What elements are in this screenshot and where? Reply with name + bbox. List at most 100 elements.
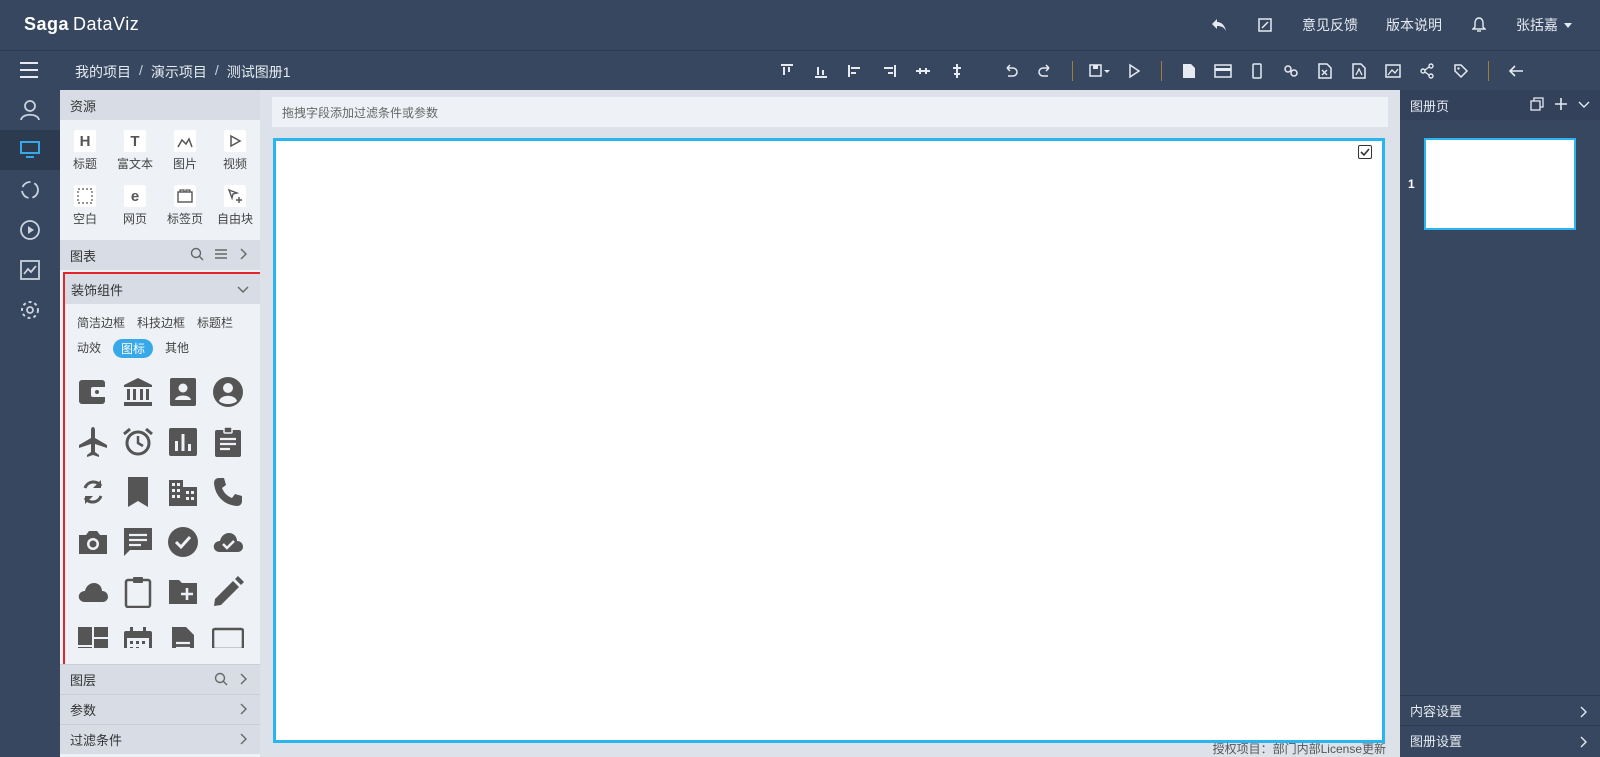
resource-image[interactable]: 图片 — [160, 130, 210, 185]
bar-chart-icon[interactable] — [165, 424, 201, 460]
breadcrumb-item[interactable]: 我的项目 — [75, 62, 131, 82]
content-settings[interactable]: 内容设置 — [1400, 695, 1600, 725]
pencil-icon[interactable] — [210, 574, 246, 610]
rail-user-icon[interactable] — [0, 90, 60, 130]
rail-settings-icon[interactable] — [0, 290, 60, 330]
rail-cycle-icon[interactable] — [0, 170, 60, 210]
decoration-header[interactable]: 装饰组件 — [65, 274, 261, 304]
excel-export-icon[interactable] — [1308, 51, 1342, 91]
align-left-icon[interactable] — [838, 51, 872, 91]
contact-card-icon[interactable] — [165, 374, 201, 410]
back-arrow-icon[interactable] — [1499, 51, 1533, 91]
resource-tabpage[interactable]: 标签页 — [160, 185, 210, 240]
align-center-vertical-icon[interactable] — [906, 51, 940, 91]
tab-other[interactable]: 其他 — [165, 339, 189, 358]
copy-page-icon[interactable] — [1530, 96, 1544, 114]
account-circle-icon[interactable] — [210, 374, 246, 410]
canvas-page[interactable] — [273, 138, 1385, 743]
resource-webpage[interactable]: e 网页 — [110, 185, 160, 240]
align-right-icon[interactable] — [872, 51, 906, 91]
wallet-icon[interactable] — [75, 374, 111, 410]
link-icon[interactable] — [1274, 51, 1308, 91]
chevron-right-icon[interactable] — [238, 732, 248, 749]
chevron-right-icon[interactable] — [238, 672, 248, 689]
camera-icon[interactable] — [75, 524, 111, 560]
resource-video[interactable]: 视频 — [210, 130, 260, 185]
redo-icon[interactable] — [1028, 51, 1062, 91]
cloud-done-icon[interactable] — [210, 524, 246, 560]
align-bottom-icon[interactable] — [804, 51, 838, 91]
page-thumbnail[interactable] — [1424, 138, 1576, 230]
tab-tech-border[interactable]: 科技边框 — [137, 314, 185, 331]
chevron-down-icon[interactable] — [1578, 98, 1590, 113]
search-icon[interactable] — [214, 672, 228, 689]
image-icon — [174, 130, 196, 152]
breadcrumb-item[interactable]: 演示项目 — [151, 62, 207, 82]
tab-animation[interactable]: 动效 — [77, 339, 101, 358]
charts-header[interactable]: 图表 — [60, 240, 260, 270]
breadcrumb-item[interactable]: 测试图册1 — [227, 62, 291, 82]
bell-icon[interactable] — [1470, 16, 1488, 34]
resource-freeblock[interactable]: 自由块 — [210, 185, 260, 240]
checkbox-icon[interactable] — [1358, 145, 1372, 159]
folder-add-icon[interactable] — [165, 574, 201, 610]
tab-simple-border[interactable]: 简洁边框 — [77, 314, 125, 331]
airplane-icon[interactable] — [75, 424, 111, 460]
calendar-icon[interactable] — [120, 624, 156, 648]
tag-icon[interactable] — [1444, 51, 1478, 91]
hamburger-menu-icon[interactable] — [18, 60, 40, 80]
layers-header[interactable]: 图层 — [60, 664, 260, 694]
dashboard-icon[interactable] — [75, 624, 111, 648]
chevron-down-icon[interactable] — [237, 283, 249, 298]
phone-icon[interactable] — [210, 474, 246, 510]
preview-play-icon[interactable] — [1117, 51, 1151, 91]
params-header[interactable]: 参数 — [60, 694, 260, 724]
rail-trend-icon[interactable] — [0, 250, 60, 290]
undo-arrow-icon[interactable] — [1210, 16, 1228, 34]
assignment-icon[interactable] — [210, 424, 246, 460]
bookmark-icon[interactable] — [120, 474, 156, 510]
search-icon[interactable] — [190, 247, 204, 264]
list-icon[interactable] — [214, 247, 228, 264]
page-icon[interactable] — [1172, 51, 1206, 91]
share-icon[interactable] — [1410, 51, 1444, 91]
rail-play-icon[interactable] — [0, 210, 60, 250]
resource-blank[interactable]: 空白 — [60, 185, 110, 240]
chevron-right-icon[interactable] — [238, 702, 248, 719]
save-icon[interactable] — [1083, 51, 1117, 91]
refresh-icon[interactable] — [75, 474, 111, 510]
check-circle-icon[interactable] — [165, 524, 201, 560]
bank-icon[interactable] — [120, 374, 156, 410]
album-settings[interactable]: 图册设置 — [1400, 725, 1600, 755]
align-top-icon[interactable] — [770, 51, 804, 91]
mobile-icon[interactable] — [1240, 51, 1274, 91]
tab-title-bar[interactable]: 标题栏 — [197, 314, 233, 331]
filters-header[interactable]: 过滤条件 — [60, 724, 260, 754]
cloud-icon[interactable] — [75, 574, 111, 610]
pdf-export-icon[interactable] — [1342, 51, 1376, 91]
align-center-horizontal-icon[interactable] — [940, 51, 974, 91]
document-icon[interactable] — [165, 624, 201, 648]
chat-icon[interactable] — [120, 524, 156, 560]
resource-title[interactable]: H 标题 — [60, 130, 110, 185]
text-icon: T — [124, 130, 146, 152]
image-export-icon[interactable] — [1376, 51, 1410, 91]
filter-drop-zone[interactable]: 拖拽字段添加过滤条件或参数 — [272, 97, 1388, 127]
add-page-icon[interactable] — [1554, 97, 1568, 114]
resource-richtext[interactable]: T 富文本 — [110, 130, 160, 185]
alarm-icon[interactable] — [120, 424, 156, 460]
release-notes-link[interactable]: 版本说明 — [1386, 15, 1442, 35]
user-menu[interactable]: 张括嘉 — [1516, 15, 1572, 35]
app-logo[interactable]: Saga DataViz — [24, 14, 139, 35]
monitor-icon[interactable] — [210, 624, 246, 648]
undo-icon[interactable] — [994, 51, 1028, 91]
toolbar-divider — [1161, 61, 1162, 81]
feedback-link[interactable]: 意见反馈 — [1302, 15, 1358, 35]
tab-icons[interactable]: 图标 — [113, 339, 154, 358]
edit-square-icon[interactable] — [1256, 16, 1274, 34]
rail-dashboard-icon[interactable] — [0, 130, 60, 170]
card-icon[interactable] — [1206, 51, 1240, 91]
chevron-right-icon[interactable] — [238, 247, 248, 264]
building-icon[interactable] — [165, 474, 201, 510]
clipboard-icon[interactable] — [120, 574, 156, 610]
